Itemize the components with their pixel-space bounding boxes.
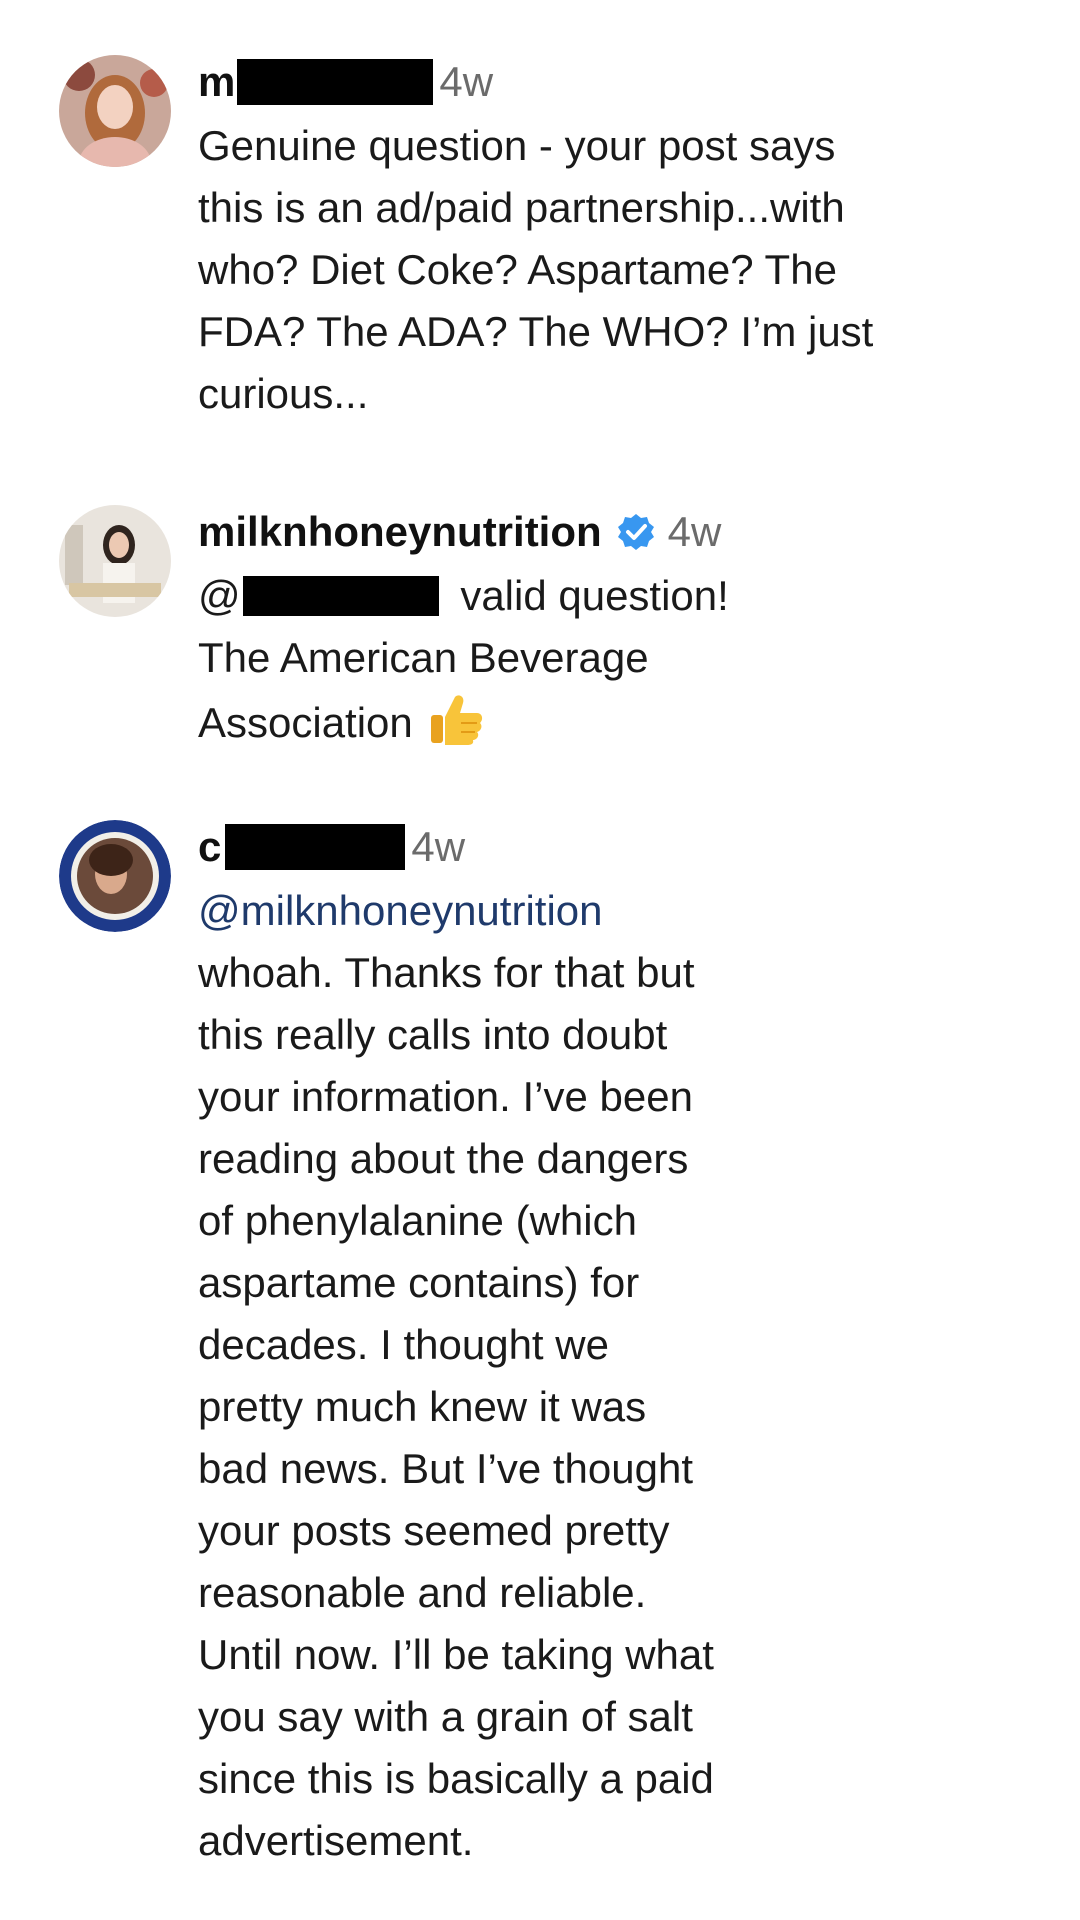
timestamp: 4w bbox=[667, 508, 722, 555]
comment-line: since this is basically a paid bbox=[198, 1755, 714, 1802]
comment-line: curious... bbox=[198, 370, 369, 417]
comment-line: Association bbox=[198, 689, 1018, 754]
comment-line: this is an ad/paid partnership...with bbox=[198, 184, 845, 231]
mention-link[interactable]: @ bbox=[198, 572, 450, 619]
comment-line: Until now. I’ll be taking what bbox=[198, 1631, 714, 1678]
comment-line: FDA? The ADA? The WHO? I’m just bbox=[198, 308, 874, 355]
timestamp: 4w bbox=[439, 58, 494, 105]
comment-header: milknhoneynutrition 4w bbox=[198, 505, 1018, 559]
mention-link[interactable]: @milknhoneynutrition bbox=[198, 880, 1018, 942]
verified-badge-icon bbox=[616, 512, 656, 552]
comment-line: aspartame contains) for bbox=[198, 1259, 640, 1306]
comment-line: decades. I thought we bbox=[198, 1321, 609, 1368]
username[interactable]: m bbox=[198, 58, 235, 106]
comment-line: reading about the dangers bbox=[198, 1135, 689, 1182]
comment-line: pretty much knew it was bbox=[198, 1383, 647, 1430]
comment-line: @ valid question! bbox=[198, 565, 1018, 627]
comment-line: bad news. But I’ve thought bbox=[198, 1445, 693, 1492]
comment-line: this really calls into doubt bbox=[198, 1011, 668, 1058]
redaction-bar bbox=[237, 59, 434, 105]
comment-line: who? Diet Coke? Aspartame? The bbox=[198, 246, 837, 293]
comment-line: reasonable and reliable. bbox=[198, 1569, 647, 1616]
redaction-bar bbox=[225, 824, 406, 870]
comment-text: @ valid question! The American Beverage … bbox=[198, 565, 1018, 754]
username[interactable]: c bbox=[198, 823, 221, 871]
comment-header: c 4w bbox=[198, 820, 1018, 874]
comment-line: your information. I’ve been bbox=[198, 1073, 693, 1120]
comment-line: The American Beverage bbox=[198, 634, 649, 681]
comment-text: @milknhoneynutrition whoah. Thanks for t… bbox=[198, 880, 1018, 1872]
avatar[interactable] bbox=[59, 505, 171, 617]
comment-line: advertisement. bbox=[198, 1817, 474, 1864]
thumbs-up-icon bbox=[427, 689, 485, 747]
reply-text: valid question! bbox=[460, 572, 729, 619]
comment-line: of phenylalanine (which bbox=[198, 1197, 637, 1244]
username[interactable]: milknhoneynutrition bbox=[198, 508, 602, 556]
comment-line: you say with a grain of salt bbox=[198, 1693, 693, 1740]
avatar[interactable] bbox=[59, 820, 171, 932]
comment-line: your posts seemed pretty bbox=[198, 1507, 670, 1554]
redaction-bar bbox=[242, 576, 439, 616]
comment-text: Genuine question - your post says this i… bbox=[198, 115, 1018, 425]
timestamp: 4w bbox=[411, 823, 466, 870]
comment-line: whoah. Thanks for that but bbox=[198, 949, 695, 996]
avatar[interactable] bbox=[59, 55, 171, 167]
comment-line: Genuine question - your post says bbox=[198, 122, 836, 169]
comment-header: m 4w bbox=[198, 55, 1018, 109]
